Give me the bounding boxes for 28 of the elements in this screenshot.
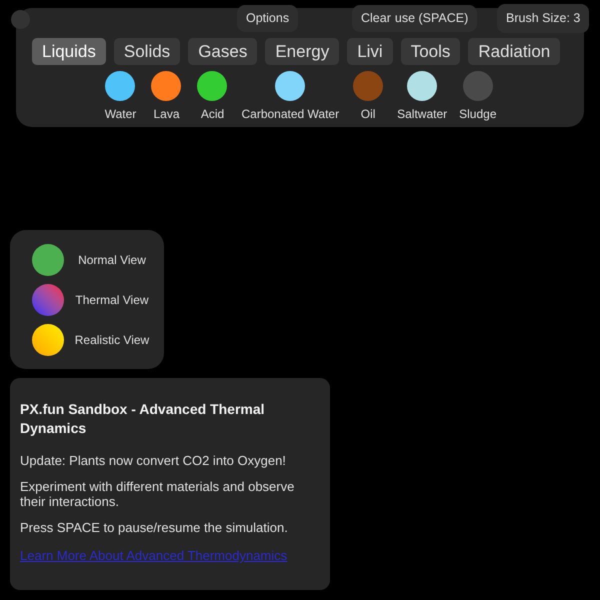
category-tab[interactable]: Livi — [347, 38, 393, 65]
category-tab[interactable]: Energy — [265, 38, 340, 65]
category-tab[interactable]: Gases — [188, 38, 258, 65]
info-title: PX.fun Sandbox - Advanced Thermal Dynamics — [20, 400, 266, 438]
info-text: Experiment with different materials and observe their interactions. — [20, 479, 296, 509]
view-swatch-icon — [32, 324, 64, 356]
material-button[interactable]: Saltwater — [397, 71, 448, 121]
view-swatch-icon — [32, 244, 64, 276]
pause-button[interactable]: use (SPACE) — [392, 5, 478, 32]
category-tab[interactable]: Tools — [400, 38, 460, 65]
brush-size-button[interactable]: Brush Size: 3 — [497, 4, 590, 33]
material-button[interactable]: Lava — [149, 71, 184, 121]
material-button[interactable]: Oil — [351, 71, 386, 121]
view-button[interactable]: Realistic View — [10, 324, 164, 356]
view-button[interactable]: Normal View — [10, 244, 164, 276]
material-button[interactable]: Sludge — [459, 71, 496, 121]
material-button[interactable]: Water — [103, 71, 138, 121]
material-button[interactable]: Acid — [195, 71, 230, 121]
view-button[interactable]: Thermal View — [10, 284, 164, 316]
options-button[interactable]: Options — [237, 5, 298, 32]
category-tab[interactable]: Solids — [114, 38, 180, 65]
clear-button[interactable]: Clear — [352, 5, 393, 32]
view-swatch-icon — [32, 284, 64, 316]
category-tab[interactable]: Liquids — [32, 38, 106, 65]
material-button[interactable]: Carbonated Water — [241, 71, 340, 121]
info-text: Update: Plants now convert CO2 into Oxygen! — [20, 453, 287, 468]
category-tab[interactable]: Radiation — [468, 38, 560, 65]
info-text: Press SPACE to pause/resume the simulation. — [20, 520, 289, 535]
